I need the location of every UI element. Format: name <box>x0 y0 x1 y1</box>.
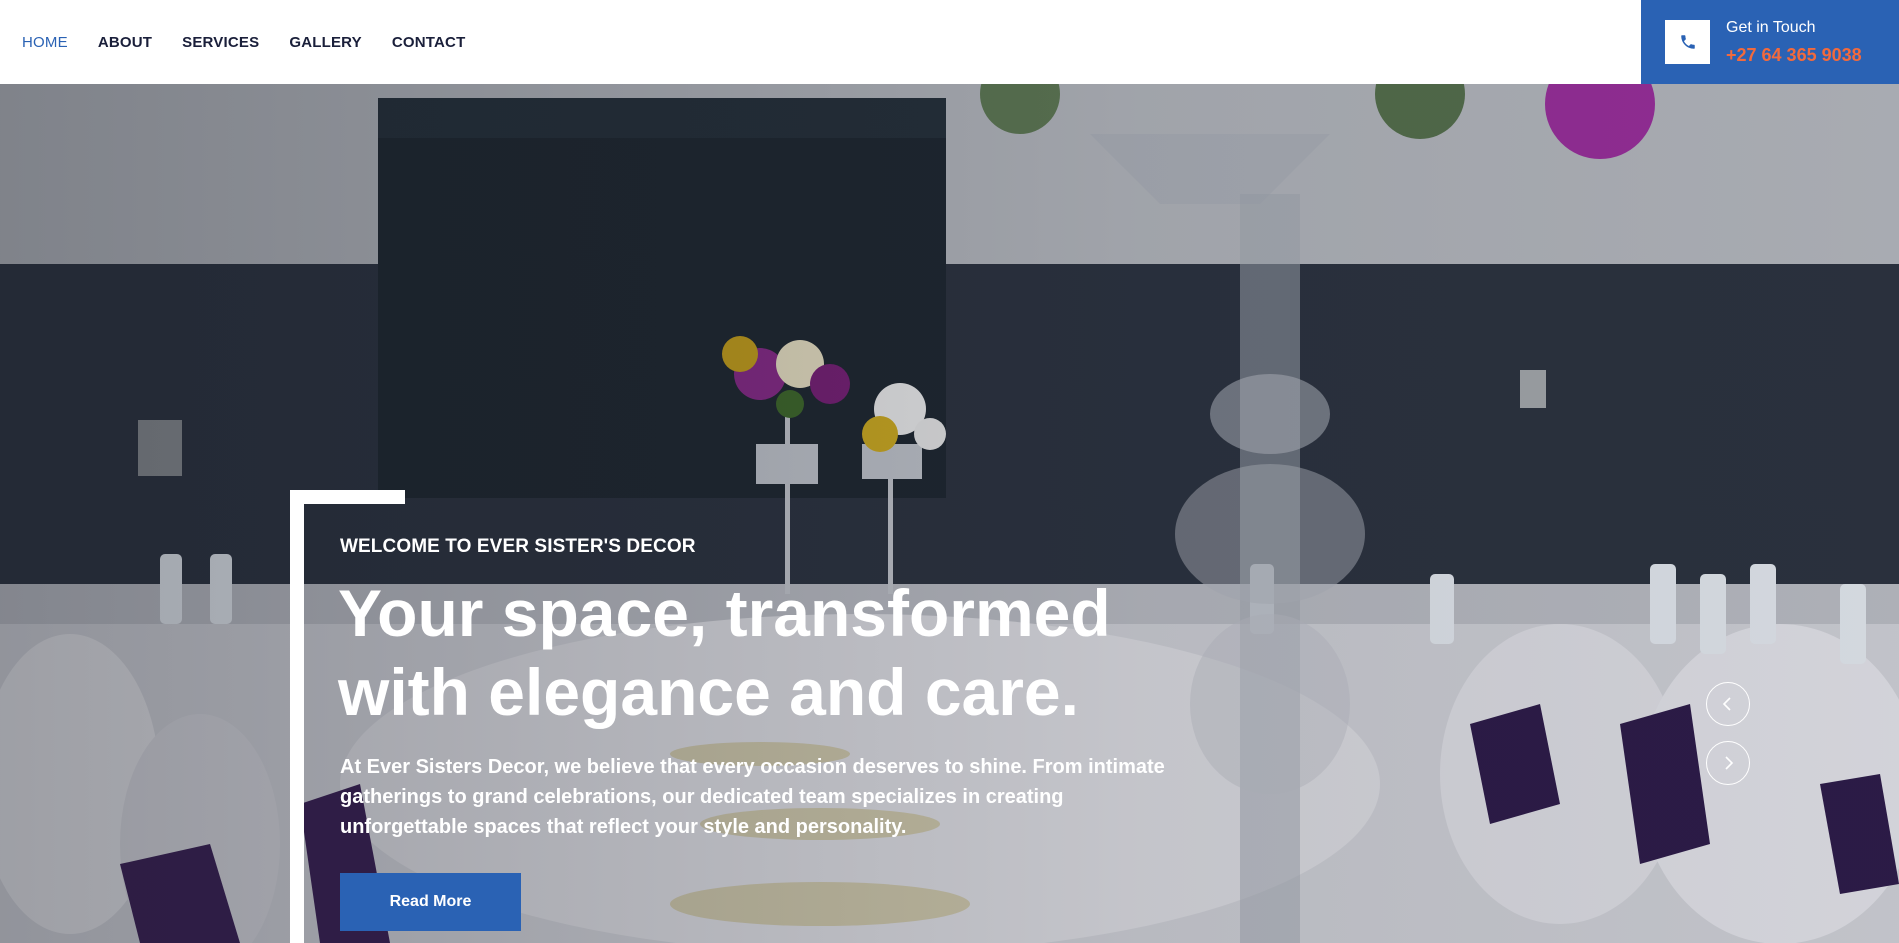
hero-headline-line-1: Your space, transformed <box>338 576 1111 650</box>
hero-kicker: WELCOME TO EVER SISTER'S DECOR <box>340 536 696 557</box>
main-nav: HOME ABOUT SERVICES GALLERY CONTACT <box>22 0 495 84</box>
nav-item-about[interactable]: ABOUT <box>98 34 152 51</box>
chevron-right-icon <box>1725 756 1734 770</box>
phone-icon <box>1665 20 1710 64</box>
hero-headline-line-2: with elegance and care. <box>338 655 1079 729</box>
hero-description: At Ever Sisters Decor, we believe that e… <box>340 756 1165 838</box>
slider-prev-button[interactable] <box>1706 682 1750 726</box>
nav-item-gallery[interactable]: GALLERY <box>289 34 362 51</box>
slider-next-button[interactable] <box>1706 741 1750 785</box>
site-header: HOME ABOUT SERVICES GALLERY CONTACT Get … <box>0 0 1899 84</box>
decorative-frame-top <box>290 490 405 504</box>
hero-headline: Your space, transformed with elegance an… <box>338 574 1111 732</box>
read-more-button[interactable]: Read More <box>340 873 521 931</box>
nav-item-home[interactable]: HOME <box>22 34 68 51</box>
nav-item-contact[interactable]: CONTACT <box>392 34 466 51</box>
get-in-touch-box[interactable]: Get in Touch +27 64 365 9038 <box>1641 0 1899 84</box>
nav-item-services[interactable]: SERVICES <box>182 34 259 51</box>
chevron-left-icon <box>1722 697 1731 711</box>
decorative-frame-left <box>290 490 304 943</box>
phone-number[interactable]: +27 64 365 9038 <box>1726 45 1862 66</box>
get-in-touch-label: Get in Touch <box>1726 19 1816 36</box>
hero-slider: WELCOME TO EVER SISTER'S DECOR Your spac… <box>0 84 1899 943</box>
